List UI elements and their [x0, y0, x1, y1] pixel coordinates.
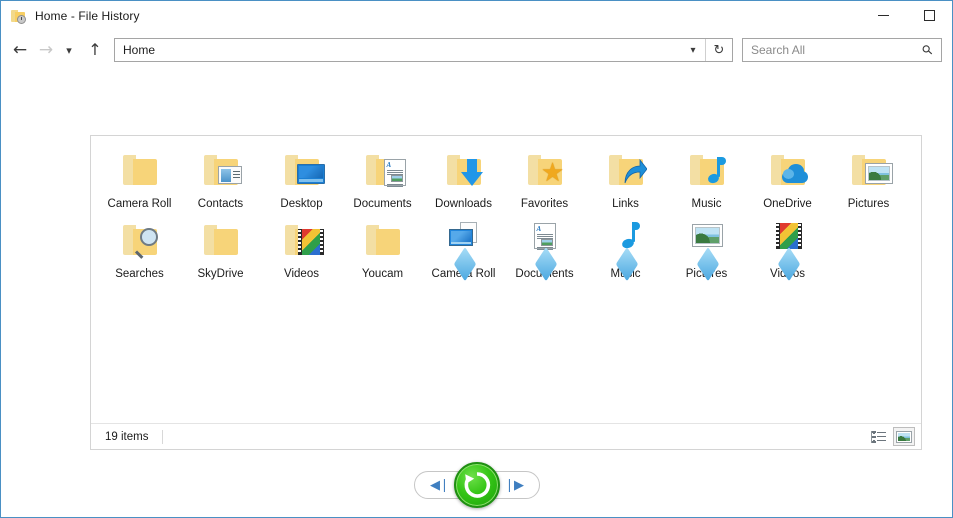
- address-dropdown-button[interactable]: ▾: [681, 39, 705, 61]
- item-downloads[interactable]: Downloads: [423, 142, 504, 212]
- large-icons-view-icon: [896, 430, 912, 443]
- item-label: Contacts: [197, 198, 244, 210]
- large-icons-view-button[interactable]: [893, 427, 915, 446]
- restore-icon: [462, 470, 492, 500]
- item-documents-folder[interactable]: A Documents: [342, 142, 423, 212]
- window-controls: [860, 1, 952, 30]
- folder-searches-icon: [114, 218, 166, 264]
- folder-downloads-icon: [438, 148, 490, 194]
- back-arrow-icon: ←: [12, 39, 28, 60]
- folder-music-icon: [681, 148, 733, 194]
- item-label: SkyDrive: [197, 267, 244, 280]
- maximize-button[interactable]: [906, 1, 952, 30]
- refresh-button[interactable]: ↻: [705, 39, 732, 61]
- library-videos-icon: [762, 218, 814, 281]
- previous-version-icon: ◀❘: [430, 477, 450, 493]
- item-pictures-folder[interactable]: Pictures: [828, 142, 909, 212]
- file-history-window: Home - File History ← → ▾ ↑ Home ▾ ↻ Sea…: [0, 0, 953, 518]
- item-favorites[interactable]: ★ Favorites: [504, 142, 585, 212]
- view-toggle-group: [867, 427, 915, 446]
- item-label: OneDrive: [763, 198, 812, 210]
- status-separator: [162, 429, 164, 444]
- item-count-label: 19 items: [105, 430, 149, 443]
- item-videos-folder[interactable]: Videos: [261, 212, 342, 282]
- items-area: Camera Roll Contacts Desktop A Documents…: [91, 140, 921, 419]
- forward-button[interactable]: →: [33, 37, 59, 63]
- item-skydrive[interactable]: SkyDrive: [180, 212, 261, 282]
- minimize-icon: [877, 15, 889, 16]
- maximize-icon: [923, 10, 935, 21]
- search-box[interactable]: Search All ⚲: [742, 38, 942, 62]
- item-label: Music: [691, 198, 722, 210]
- item-desktop[interactable]: Desktop: [261, 142, 342, 212]
- title-bar: Home - File History: [1, 1, 952, 30]
- item-label: Downloads: [435, 198, 492, 210]
- item-music-library[interactable]: Music: [585, 212, 666, 282]
- version-controls: ◀❘ ❘▶: [1, 459, 952, 511]
- item-label: Favorites: [520, 198, 569, 210]
- item-youcam[interactable]: Youcam: [342, 212, 423, 282]
- item-videos-library[interactable]: Videos: [747, 212, 828, 282]
- search-input[interactable]: Search All: [743, 43, 915, 57]
- item-row: Searches SkyDrive Videos Youcam Camera R…: [99, 212, 913, 282]
- folder-icon: [195, 218, 247, 264]
- search-icon: ⚲: [919, 41, 937, 59]
- folder-videos-icon: [276, 218, 328, 264]
- folder-contacts-icon: [195, 148, 247, 194]
- library-documents-icon: A: [519, 218, 571, 281]
- folder-favorites-icon: ★: [519, 148, 571, 194]
- refresh-icon: ↻: [713, 42, 725, 58]
- chevron-down-icon: ▾: [690, 44, 696, 56]
- folder-icon: [357, 218, 409, 264]
- library-music-icon: [600, 218, 652, 281]
- next-version-icon: ❘▶: [504, 477, 524, 493]
- window-title: Home - File History: [35, 8, 140, 23]
- content-panel: Camera Roll Contacts Desktop A Documents…: [90, 135, 922, 450]
- item-label: Pictures: [847, 198, 890, 210]
- folder-pictures-icon: [843, 148, 895, 194]
- folder-desktop-icon: [276, 148, 328, 194]
- details-view-button[interactable]: [867, 427, 889, 446]
- item-camera-roll-folder[interactable]: Camera Roll: [99, 142, 180, 212]
- navigation-bar: ← → ▾ ↑ Home ▾ ↻ Search All ⚲: [1, 30, 952, 70]
- item-label: Desktop: [280, 198, 323, 210]
- details-view-icon: [870, 430, 886, 443]
- address-bar[interactable]: Home ▾ ↻: [114, 38, 733, 62]
- item-label: Links: [612, 198, 639, 210]
- restore-button[interactable]: [453, 462, 500, 508]
- item-searches[interactable]: Searches: [99, 212, 180, 282]
- item-onedrive[interactable]: OneDrive: [747, 142, 828, 212]
- folder-history-icon: [10, 8, 28, 24]
- recent-locations-button[interactable]: ▾: [59, 37, 79, 63]
- item-links[interactable]: Links: [585, 142, 666, 212]
- status-bar: 19 items: [91, 423, 921, 449]
- up-arrow-icon: ↑: [88, 40, 102, 59]
- chevron-down-icon: ▾: [66, 43, 72, 57]
- item-label: Searches: [115, 267, 164, 280]
- item-documents-library[interactable]: A Documents: [504, 212, 585, 282]
- folder-icon: [114, 148, 166, 194]
- item-label: Youcam: [361, 267, 404, 280]
- item-label: Documents: [353, 198, 412, 210]
- up-button[interactable]: ↑: [82, 37, 108, 63]
- library-pictures-icon: [681, 218, 733, 281]
- item-contacts[interactable]: Contacts: [180, 142, 261, 212]
- item-pictures-library[interactable]: Pictures: [666, 212, 747, 282]
- item-label: Videos: [284, 267, 319, 280]
- folder-documents-icon: A: [357, 148, 409, 194]
- item-label: Camera Roll: [107, 198, 172, 210]
- item-music-folder[interactable]: Music: [666, 142, 747, 212]
- folder-onedrive-icon: [762, 148, 814, 194]
- address-input[interactable]: Home: [115, 43, 681, 57]
- item-camera-roll-library[interactable]: Camera Roll: [423, 212, 504, 282]
- forward-arrow-icon: →: [38, 39, 54, 60]
- folder-links-icon: [600, 148, 652, 194]
- item-row: Camera Roll Contacts Desktop A Documents…: [99, 142, 913, 212]
- library-camera-roll-icon: [438, 218, 490, 281]
- minimize-button[interactable]: [860, 1, 906, 30]
- back-button[interactable]: ←: [7, 37, 33, 63]
